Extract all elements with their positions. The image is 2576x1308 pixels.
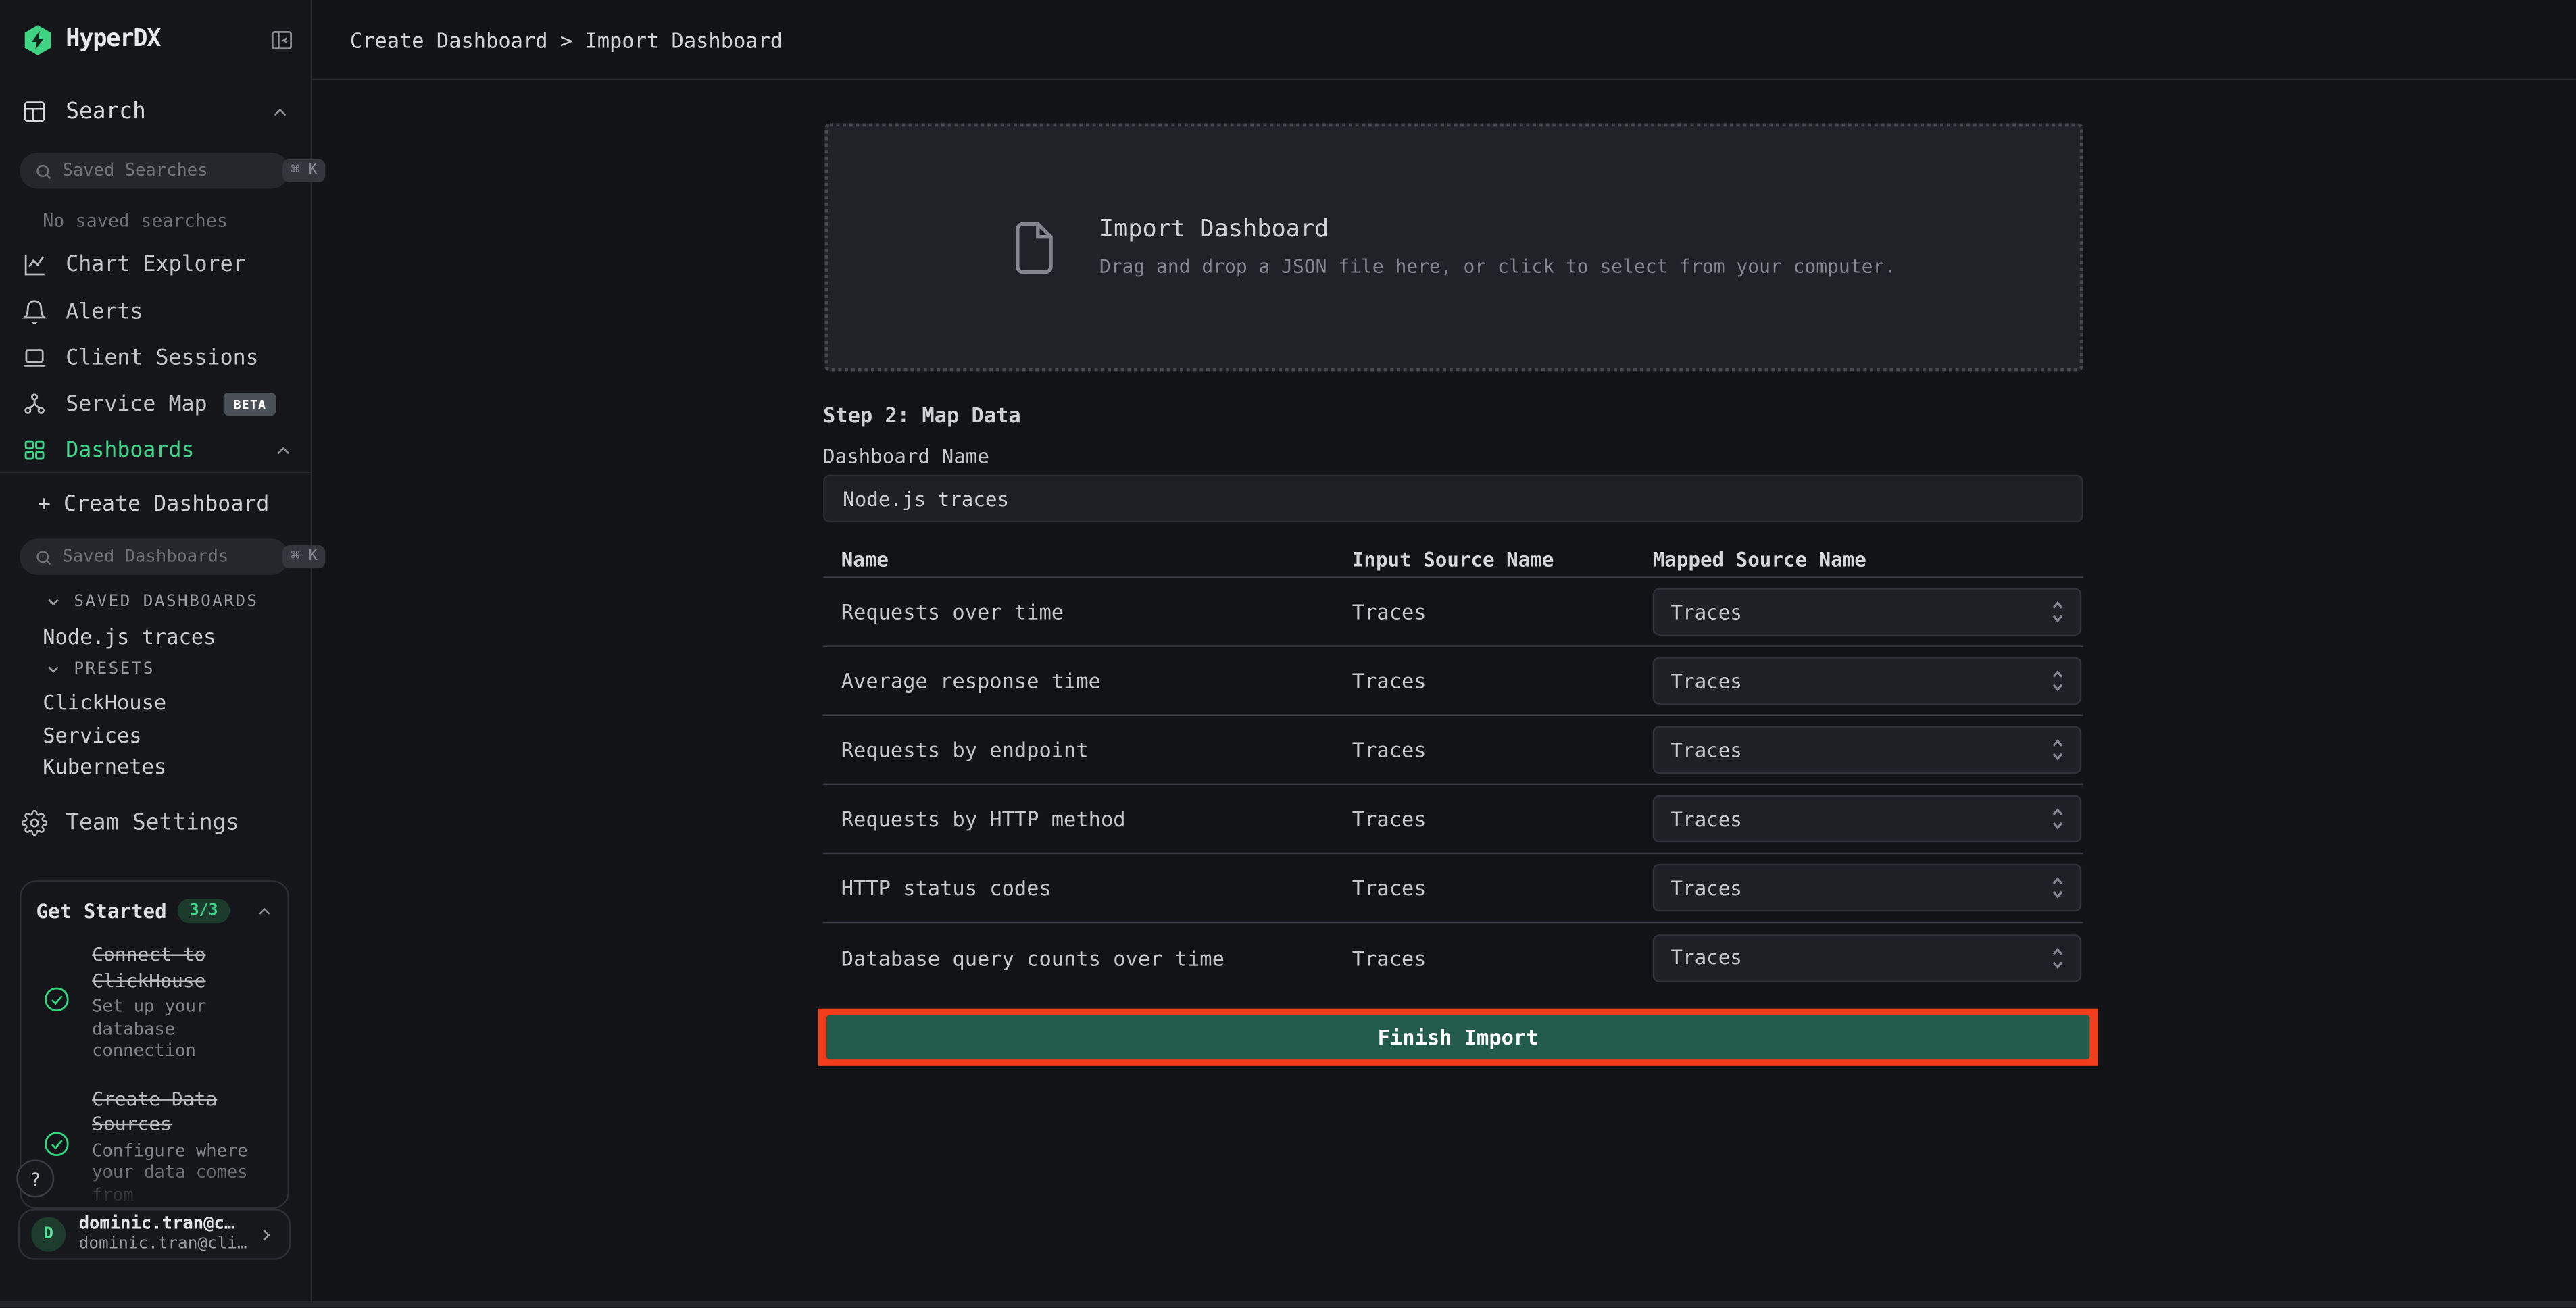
dashboard-name-input[interactable] (823, 475, 2083, 523)
question-mark-icon: ? (30, 1167, 41, 1190)
select-chevrons-icon (2049, 876, 2067, 900)
create-dashboard-button[interactable]: + Create Dashboard (38, 493, 270, 517)
sidebar-item-clickhouse[interactable]: ClickHouse (43, 690, 166, 714)
check-circle-icon (43, 986, 70, 1063)
select-chevrons-icon (2049, 668, 2067, 693)
progress-badge: 3/3 (178, 899, 230, 923)
sidebar-item-alerts[interactable]: Alerts (22, 293, 295, 332)
beta-badge: BETA (224, 393, 276, 416)
breadcrumb: Create Dashboard > Import Dashboard (350, 27, 783, 51)
import-dropzone[interactable]: Import Dashboard Drag and drop a JSON fi… (824, 123, 2083, 371)
file-icon (1012, 220, 1057, 276)
chevron-right-icon (256, 1224, 276, 1244)
service-map-icon (22, 391, 49, 418)
checklist-item-connect: Connect to ClickHouse Set up your databa… (34, 942, 278, 1063)
collapse-sidebar-icon[interactable] (270, 27, 294, 51)
sidebar-item-chart-explorer[interactable]: Chart Explorer (22, 245, 295, 284)
shortcut-kbd: ⌘ K (282, 545, 326, 568)
sidebar-item-dashboards[interactable]: Dashboards (22, 430, 295, 470)
user-email: dominic.tran@cli… (79, 1235, 257, 1255)
sidebar-item-nodejs-traces[interactable]: Node.js traces (43, 624, 216, 649)
table-row: Average response time Traces Traces (823, 647, 2083, 716)
user-menu[interactable]: D dominic.tran@c… dominic.tran@cli… (18, 1209, 291, 1259)
app-title: HyperDX (66, 26, 160, 53)
saved-searches-input[interactable] (62, 161, 282, 180)
saved-dashboards-input[interactable] (62, 547, 282, 567)
select-chevrons-icon (2049, 599, 2067, 624)
user-name: dominic.tran@c… (79, 1214, 257, 1234)
horizontal-scrollbar[interactable] (0, 1301, 2576, 1307)
mapped-source-select[interactable]: Traces (1653, 795, 2082, 843)
saved-searches-search[interactable]: ⌘ K (20, 153, 289, 188)
sidebar-section-search[interactable]: Search (22, 94, 291, 130)
sidebar-item-service-map[interactable]: Service Map BETA (22, 384, 295, 424)
chevron-down-icon (45, 593, 63, 611)
dropzone-subtitle: Drag and drop a JSON file here, or click… (1099, 255, 1896, 278)
sidebar-item-client-sessions[interactable]: Client Sessions (22, 338, 295, 378)
finish-import-button[interactable]: Finish Import (826, 1015, 2090, 1059)
search-section-icon (22, 99, 48, 125)
sidebar: HyperDX Search ⌘ K (0, 0, 312, 1307)
mapped-source-select[interactable]: Traces (1653, 657, 2082, 705)
table-row: Requests by endpoint Traces Traces (823, 716, 2083, 785)
saved-dashboards-search[interactable]: ⌘ K (20, 538, 289, 574)
select-chevrons-icon (2049, 738, 2067, 762)
chevron-up-icon (270, 101, 291, 123)
saved-dashboards-group-header[interactable]: SAVED DASHBOARDS (45, 593, 259, 611)
sidebar-item-kubernetes[interactable]: Kubernetes (43, 754, 166, 778)
sidebar-item-team-settings[interactable]: Team Settings (22, 803, 295, 842)
topbar: Create Dashboard > Import Dashboard (312, 0, 2576, 80)
avatar: D (31, 1217, 66, 1251)
table-header-row: Name Input Source Name Mapped Source Nam… (823, 542, 2083, 578)
sidebar-divider (0, 472, 310, 473)
app-window: HyperDX Search ⌘ K (0, 0, 2576, 1307)
checklist-item-sources: Create Data Sources Configure where your… (34, 1086, 278, 1207)
presets-group-header[interactable]: PRESETS (45, 660, 155, 678)
logo-row: HyperDX (22, 22, 295, 57)
hyperdx-logo-icon (22, 22, 55, 57)
mapped-source-select[interactable]: Traces (1653, 864, 2082, 912)
shortcut-kbd: ⌘ K (282, 159, 326, 182)
mapped-source-select[interactable]: Traces (1653, 934, 2082, 982)
table-row: HTTP status codes Traces Traces (823, 854, 2083, 923)
chart-explorer-icon (22, 251, 49, 278)
mapping-table: Name Input Source Name Mapped Source Nam… (823, 542, 2083, 992)
laptop-icon (22, 345, 49, 372)
table-row: Requests over time Traces Traces (823, 578, 2083, 647)
mapped-source-select[interactable]: Traces (1653, 588, 2082, 636)
help-button[interactable]: ? (16, 1159, 54, 1197)
search-icon (34, 161, 53, 180)
dropzone-title: Import Dashboard (1099, 217, 1896, 243)
get-started-panel: Get Started 3/3 Connect to ClickHouse Se… (20, 880, 289, 1209)
select-chevrons-icon (2049, 807, 2067, 831)
annotation-highlight-box: Finish Import (818, 1009, 2098, 1066)
dashboards-icon (22, 437, 49, 463)
dashboard-name-label: Dashboard Name (823, 445, 989, 468)
mapped-source-select[interactable]: Traces (1653, 726, 2082, 774)
table-row: Database query counts over time Traces T… (823, 923, 2083, 992)
bell-icon (22, 299, 49, 325)
sidebar-item-services[interactable]: Services (43, 723, 141, 747)
get-started-header[interactable]: Get Started 3/3 (22, 882, 288, 924)
search-section-label: Search (66, 99, 146, 125)
chevron-down-icon (45, 660, 63, 678)
step-heading: Step 2: Map Data (823, 403, 1021, 427)
no-saved-searches-text: No saved searches (43, 210, 228, 232)
table-row: Requests by HTTP method Traces Traces (823, 785, 2083, 854)
search-icon (34, 548, 53, 566)
chevron-up-icon (255, 901, 274, 920)
select-chevrons-icon (2049, 945, 2067, 970)
chevron-up-icon (273, 439, 295, 461)
gear-icon (22, 810, 49, 836)
